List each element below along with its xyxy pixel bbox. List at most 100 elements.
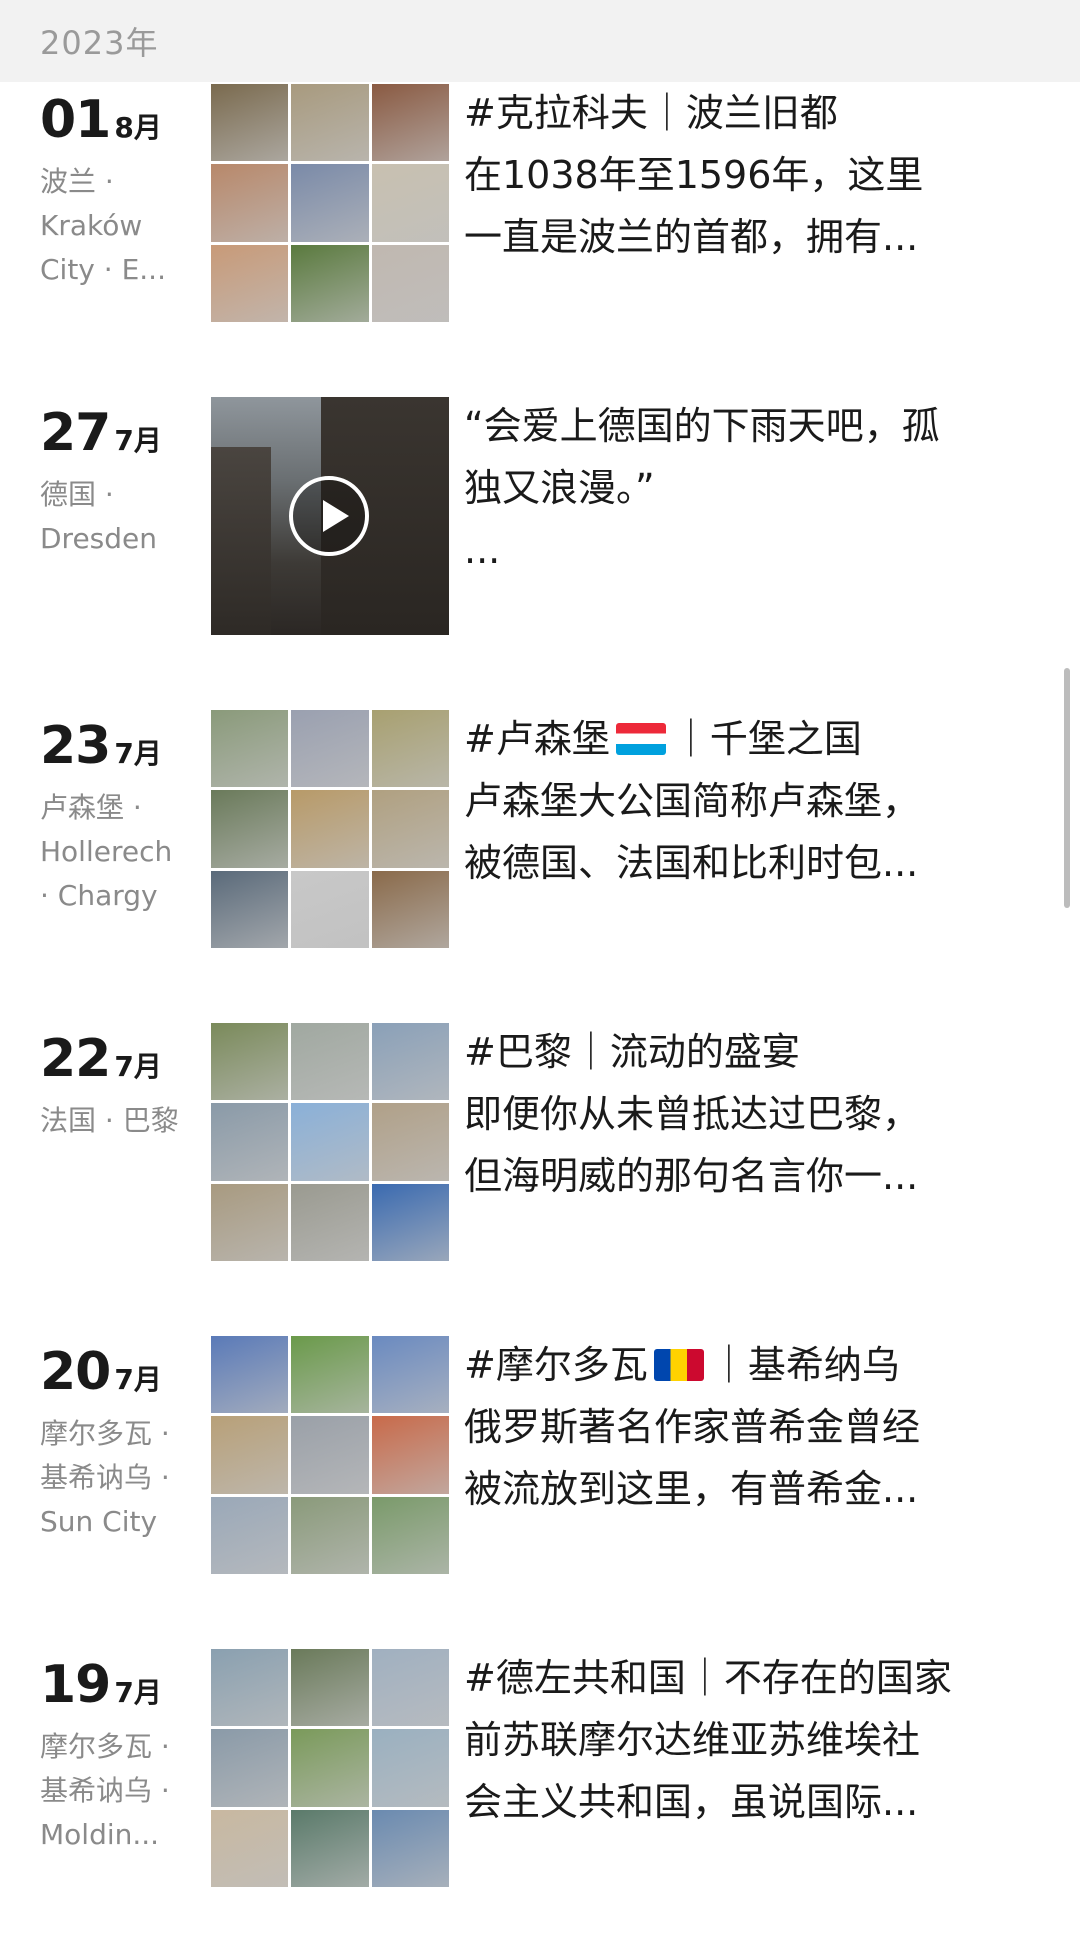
post-date: 23 7月 [40,716,162,776]
photo-thumbnail[interactable] [371,164,449,242]
photo-thumbnail[interactable] [211,1416,289,1494]
post-item[interactable]: 22 7月 法国 · 巴黎 #巴黎｜流动的盛宴 即便你从未曾抵达过巴黎， 但海明威… [0,1021,1080,1334]
post-text[interactable]: #卢森堡 ｜千堡之国 卢森堡大公国简称卢森堡， 被德国、法国和比利时包... [464,708,1024,894]
photo-grid[interactable] [211,1023,449,1261]
scrollbar[interactable] [1064,668,1070,908]
photo-thumbnail[interactable] [291,244,369,322]
photo-thumbnail[interactable] [211,710,289,788]
photo-grid[interactable] [211,1336,449,1574]
photo-thumbnail[interactable] [371,244,449,322]
photo-thumbnail[interactable] [211,1496,289,1574]
post-item[interactable]: 19 7月 摩尔多瓦 · 基希讷乌 · Moldin... #德左共和国｜不存在的… [0,1647,1080,1960]
post-text[interactable]: #巴黎｜流动的盛宴 即便你从未曾抵达过巴黎， 但海明威的那句名言你一... [464,1021,1024,1207]
photo-thumbnail[interactable] [291,1416,369,1494]
photo-thumbnail[interactable] [291,1496,369,1574]
photo-thumbnail[interactable] [291,1023,369,1101]
post-text-line: 一直是波兰的首都，拥有... [464,215,919,259]
photo-thumbnail[interactable] [211,1023,289,1101]
post-text[interactable]: #摩尔多瓦 ｜基希纳乌 俄罗斯著名作家普希金曾经 被流放到这里，有普希金... [464,1334,1024,1520]
photo-thumbnail[interactable] [371,1729,449,1807]
photo-thumbnail[interactable] [371,1649,449,1727]
year-label: 2023年 [40,24,159,62]
post-date: 19 7月 [40,1655,162,1715]
moments-feed: 01 8月 波兰 · Kraków City · E... #克拉科夫｜波兰旧都 … [0,82,1080,1960]
photo-thumbnail[interactable] [291,1649,369,1727]
post-month: 7月 [114,424,162,457]
post-text-line: #克拉科夫｜波兰旧都 [464,91,838,135]
photo-thumbnail[interactable] [211,790,289,868]
video-thumbnail[interactable] [211,397,449,635]
photo-thumbnail[interactable] [291,84,369,162]
post-date: 01 8月 [40,90,162,150]
photo-thumbnail[interactable] [211,244,289,322]
post-location: 卢森堡 · Hollerech · Chargy [40,791,173,912]
photo-thumbnail[interactable] [211,1183,289,1261]
post-text-line: ... [464,528,501,572]
photo-thumbnail[interactable] [371,1336,449,1414]
post-date: 27 7月 [40,403,162,463]
photo-thumbnail[interactable] [211,164,289,242]
photo-thumbnail[interactable] [291,164,369,242]
photo-grid[interactable] [211,710,449,948]
photo-thumbnail[interactable] [371,1023,449,1101]
video-frame-building [211,447,271,635]
post-text-line: #德左共和国｜不存在的国家 [464,1656,952,1700]
photo-thumbnail[interactable] [371,84,449,162]
post-text-line: #巴黎｜流动的盛宴 [464,1030,800,1074]
play-icon[interactable] [289,476,369,556]
photo-thumbnail[interactable] [211,1809,289,1887]
post-item[interactable]: 27 7月 德国 · Dresden “会爱上德国的下雨天吧，孤 独又浪漫。” .… [0,395,1080,708]
photo-thumbnail[interactable] [371,790,449,868]
post-month: 7月 [114,1050,162,1083]
photo-thumbnail[interactable] [371,1103,449,1181]
photo-thumbnail[interactable] [211,1729,289,1807]
luxembourg-flag-icon [615,723,666,755]
photo-thumbnail[interactable] [211,870,289,948]
post-text[interactable]: #克拉科夫｜波兰旧都 在1038年至1596年，这里 一直是波兰的首都，拥有..… [464,82,1024,268]
photo-thumbnail[interactable] [211,1649,289,1727]
post-location: 摩尔多瓦 · 基希讷乌 · Moldin... [40,1730,170,1851]
photo-thumbnail[interactable] [291,790,369,868]
photo-grid[interactable] [211,84,449,322]
photo-thumbnail[interactable] [371,710,449,788]
photo-thumbnail[interactable] [371,1496,449,1574]
post-text-line: 在1038年至1596年，这里 [464,153,924,197]
photo-thumbnail[interactable] [211,1103,289,1181]
photo-thumbnail[interactable] [371,1183,449,1261]
photo-thumbnail[interactable] [291,1729,369,1807]
photo-thumbnail[interactable] [291,1809,369,1887]
post-text-line: 被德国、法国和比利时包... [464,841,919,885]
photo-thumbnail[interactable] [291,1336,369,1414]
post-location: 法国 · 巴黎 [40,1104,179,1137]
post-text[interactable]: #德左共和国｜不存在的国家 前苏联摩尔达维亚苏维埃社 会主义共和国，虽说国际..… [464,1647,1024,1833]
photo-thumbnail[interactable] [291,1103,369,1181]
post-item[interactable]: 01 8月 波兰 · Kraków City · E... #克拉科夫｜波兰旧都 … [0,82,1080,395]
post-text-line: 即便你从未曾抵达过巴黎， [464,1092,921,1136]
year-header: 2023年 [0,0,1080,82]
photo-grid[interactable] [211,1649,449,1887]
photo-thumbnail[interactable] [211,1336,289,1414]
post-month: 7月 [114,1676,162,1709]
post-text-line: 前苏联摩尔达维亚苏维埃社 [464,1718,921,1762]
post-text-line: 卢森堡大公国简称卢森堡， [464,779,921,823]
moldova-flag-icon [653,1349,704,1381]
post-text-line: 独又浪漫。” [464,466,655,510]
photo-thumbnail[interactable] [371,1809,449,1887]
post-title-suffix: ｜千堡之国 [671,717,862,761]
post-text[interactable]: “会爱上德国的下雨天吧，孤 独又浪漫。” ... [464,395,1024,581]
post-date: 20 7月 [40,1342,162,1402]
photo-thumbnail[interactable] [291,1183,369,1261]
post-text-line: “会爱上德国的下雨天吧，孤 [464,404,940,448]
photo-thumbnail[interactable] [291,710,369,788]
photo-thumbnail[interactable] [211,84,289,162]
post-text-line: 被流放到这里，有普希金... [464,1467,919,1511]
post-day: 20 [40,1342,111,1402]
photo-thumbnail[interactable] [371,1416,449,1494]
post-text-line: 但海明威的那句名言你一... [464,1154,919,1198]
post-location: 摩尔多瓦 · 基希讷乌 · Sun City [40,1417,170,1538]
post-item[interactable]: 23 7月 卢森堡 · Hollerech · Chargy #卢森堡 ｜千堡之国 … [0,708,1080,1021]
photo-thumbnail[interactable] [371,870,449,948]
photo-thumbnail[interactable] [291,870,369,948]
post-month: 8月 [114,111,162,144]
post-item[interactable]: 20 7月 摩尔多瓦 · 基希讷乌 · Sun City #摩尔多瓦 ｜基希纳乌 俄… [0,1334,1080,1647]
